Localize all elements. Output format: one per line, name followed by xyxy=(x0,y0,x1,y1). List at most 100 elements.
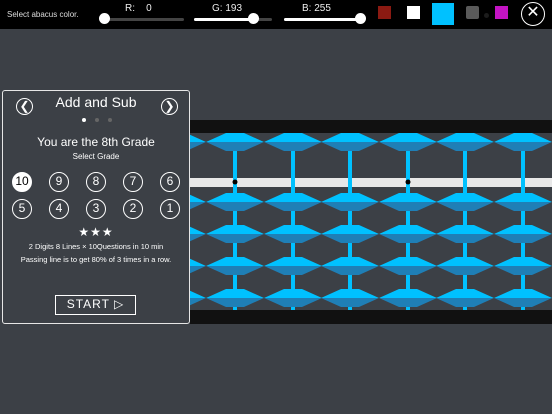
bead-bottom xyxy=(264,142,322,151)
abacus-bead xyxy=(206,133,264,151)
bead-top xyxy=(190,134,206,142)
bead-top xyxy=(494,193,552,202)
abacus-bead xyxy=(436,257,494,275)
exercise-info: 2 Digits 8 Lines × 10Questions in 10 min xyxy=(28,242,164,251)
bead-bottom xyxy=(436,202,494,211)
bead-bottom xyxy=(321,202,379,211)
lesson-panel: ❮ Add and Sub ❯ You are the 8th Grade Se… xyxy=(2,90,190,324)
bead-bottom xyxy=(190,266,206,274)
abacus-beam xyxy=(190,178,552,187)
bead-top xyxy=(264,193,322,202)
bead-top xyxy=(190,226,206,234)
r-slider-knob[interactable] xyxy=(99,13,110,24)
bead-bottom xyxy=(494,266,552,275)
grade-button-5[interactable]: 5 xyxy=(12,199,32,219)
bead-top xyxy=(321,289,379,298)
abacus-bead xyxy=(264,133,322,151)
grade-button-9[interactable]: 9 xyxy=(49,172,69,192)
abacus-bead xyxy=(206,225,264,243)
page-dot-3[interactable] xyxy=(108,118,112,122)
grade-button-1[interactable]: 1 xyxy=(160,199,180,219)
abacus-bead xyxy=(436,193,494,211)
abacus-bead xyxy=(494,225,552,243)
grade-title: You are the 8th Grade xyxy=(37,135,155,149)
bead-bottom xyxy=(436,142,494,151)
bead-bottom xyxy=(436,266,494,275)
bead-top xyxy=(494,289,552,298)
abacus-bead xyxy=(494,193,552,211)
bead-bottom xyxy=(190,142,206,150)
bead-top xyxy=(436,289,494,298)
abacus-bead xyxy=(190,258,206,274)
abacus-bead xyxy=(190,226,206,242)
abacus-bead xyxy=(436,289,494,307)
abacus-bead xyxy=(321,225,379,243)
abacus-bead xyxy=(436,133,494,151)
abacus-rod xyxy=(233,133,237,310)
bead-bottom xyxy=(321,266,379,275)
abacus-bead xyxy=(190,290,206,306)
start-button[interactable]: START ▷ xyxy=(55,295,136,315)
r-slider[interactable] xyxy=(104,18,184,21)
abacus-bead xyxy=(206,193,264,211)
abacus-rod xyxy=(521,133,525,310)
abacus-bead xyxy=(321,257,379,275)
bead-top xyxy=(190,290,206,298)
bead-top xyxy=(436,193,494,202)
bead-bottom xyxy=(264,234,322,243)
bead-top xyxy=(206,193,264,202)
abacus-bead xyxy=(379,133,437,151)
grade-button-4[interactable]: 4 xyxy=(49,199,69,219)
grade-button-2[interactable]: 2 xyxy=(123,199,143,219)
bead-bottom xyxy=(206,266,264,275)
abacus-bead xyxy=(264,193,322,211)
grade-button-8[interactable]: 8 xyxy=(86,172,106,192)
bead-bottom xyxy=(264,202,322,211)
abacus-rod xyxy=(291,133,295,310)
bead-top xyxy=(436,133,494,142)
bead-top xyxy=(206,257,264,266)
grade-button-10[interactable]: 10 xyxy=(12,172,32,192)
bead-bottom xyxy=(190,234,206,242)
abacus-bead xyxy=(379,289,437,307)
bead-top xyxy=(264,289,322,298)
bead-bottom xyxy=(206,298,264,307)
abacus-bead xyxy=(264,289,322,307)
chevron-right-icon[interactable]: ❯ xyxy=(161,98,178,115)
hint-text: Select abacus color. xyxy=(7,10,79,19)
bead-bottom xyxy=(321,142,379,151)
abacus-rod xyxy=(463,133,467,310)
abacus-bead xyxy=(206,257,264,275)
abacus-rods xyxy=(233,133,525,310)
bead-bottom xyxy=(190,202,206,210)
abacus-bead xyxy=(436,225,494,243)
bead-top xyxy=(379,257,437,266)
bead-bottom xyxy=(206,202,264,211)
bead-top xyxy=(206,289,264,298)
bead-bottom xyxy=(379,266,437,275)
bead-top xyxy=(190,258,206,266)
abacus-bead xyxy=(379,225,437,243)
grade-button-7[interactable]: 7 xyxy=(123,172,143,192)
abacus-rod xyxy=(348,133,352,310)
bead-bottom xyxy=(436,298,494,307)
star-icon: ★★★ xyxy=(78,225,114,239)
bead-bottom xyxy=(494,202,552,211)
abacus-bottom-bar xyxy=(190,310,552,324)
r-label: R: 0 xyxy=(125,3,152,14)
page-dot-2[interactable] xyxy=(95,118,99,122)
bead-top xyxy=(494,133,552,142)
bead-top xyxy=(379,133,437,142)
bead-top xyxy=(264,133,322,142)
grade-button-3[interactable]: 3 xyxy=(86,199,106,219)
abacus-bead xyxy=(379,193,437,211)
abacus-beads xyxy=(190,133,552,307)
bead-bottom xyxy=(379,298,437,307)
bead-bottom xyxy=(379,202,437,211)
abacus-frame xyxy=(190,120,552,324)
page-dot-1[interactable] xyxy=(82,118,86,122)
bead-top xyxy=(190,194,206,202)
bead-bottom xyxy=(321,234,379,243)
abacus-bead xyxy=(321,289,379,307)
grade-button-6[interactable]: 6 xyxy=(160,172,180,192)
